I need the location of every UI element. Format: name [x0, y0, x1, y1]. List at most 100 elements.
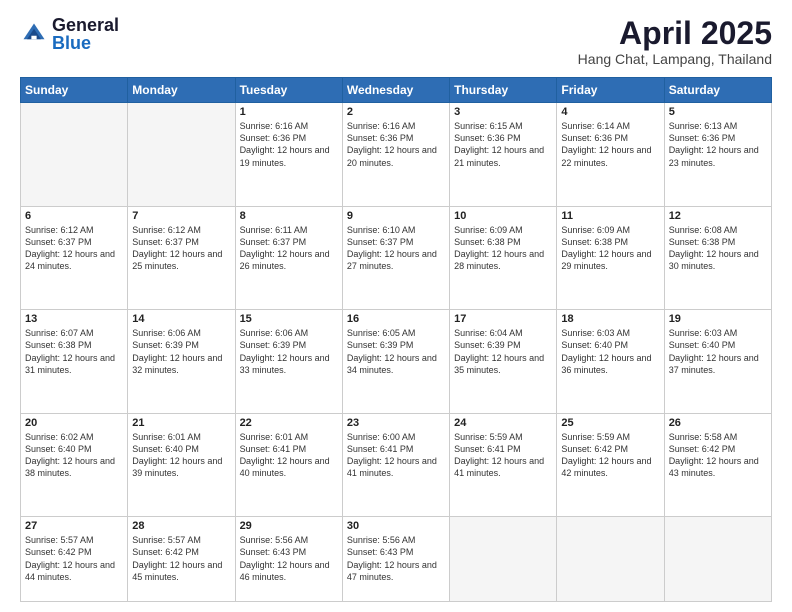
day-number: 3 — [454, 106, 552, 118]
day-info: Sunrise: 6:05 AM Sunset: 6:39 PM Dayligh… — [347, 327, 445, 376]
day-info: Sunrise: 6:02 AM Sunset: 6:40 PM Dayligh… — [25, 431, 123, 480]
logo-blue-text: Blue — [52, 34, 119, 52]
logo-general-text: General — [52, 16, 119, 34]
day-info: Sunrise: 5:57 AM Sunset: 6:42 PM Dayligh… — [132, 534, 230, 583]
calendar-cell: 10 Sunrise: 6:09 AM Sunset: 6:38 PM Dayli… — [450, 206, 557, 310]
calendar-week-row: 20 Sunrise: 6:02 AM Sunset: 6:40 PM Dayli… — [21, 413, 772, 517]
day-number: 15 — [240, 313, 338, 325]
day-number: 16 — [347, 313, 445, 325]
calendar-cell — [664, 517, 771, 602]
calendar-header-row: SundayMondayTuesdayWednesdayThursdayFrid… — [21, 78, 772, 103]
day-info: Sunrise: 6:09 AM Sunset: 6:38 PM Dayligh… — [454, 224, 552, 273]
calendar-week-row: 1 Sunrise: 6:16 AM Sunset: 6:36 PM Daylig… — [21, 103, 772, 207]
day-number: 30 — [347, 520, 445, 532]
day-number: 19 — [669, 313, 767, 325]
day-info: Sunrise: 6:01 AM Sunset: 6:40 PM Dayligh… — [132, 431, 230, 480]
day-info: Sunrise: 6:13 AM Sunset: 6:36 PM Dayligh… — [669, 120, 767, 169]
logo: General Blue — [20, 16, 119, 52]
calendar-cell: 14Sunrise: 6:06 AM Sunset: 6:39 PM Dayli… — [128, 310, 235, 414]
calendar-cell: 9Sunrise: 6:10 AM Sunset: 6:37 PM Daylig… — [342, 206, 449, 310]
day-number: 4 — [561, 106, 659, 118]
day-number: 13 — [25, 313, 123, 325]
calendar-cell: 4 Sunrise: 6:14 AM Sunset: 6:36 PM Daylig… — [557, 103, 664, 207]
day-info: Sunrise: 5:57 AM Sunset: 6:42 PM Dayligh… — [25, 534, 123, 583]
day-of-week-sunday: Sunday — [21, 78, 128, 103]
day-number: 10 — [454, 210, 552, 222]
day-number: 20 — [25, 417, 123, 429]
day-info: Sunrise: 5:59 AM Sunset: 6:42 PM Dayligh… — [561, 431, 659, 480]
page: General Blue April 2025 Hang Chat, Lampa… — [0, 0, 792, 612]
calendar-cell: 2Sunrise: 6:16 AM Sunset: 6:36 PM Daylig… — [342, 103, 449, 207]
day-info: Sunrise: 6:11 AM Sunset: 6:37 PM Dayligh… — [240, 224, 338, 273]
calendar-cell: 15 Sunrise: 6:06 AM Sunset: 6:39 PM Dayli… — [235, 310, 342, 414]
header: General Blue April 2025 Hang Chat, Lampa… — [20, 16, 772, 67]
calendar-cell: 5 Sunrise: 6:13 AM Sunset: 6:36 PM Daylig… — [664, 103, 771, 207]
calendar-cell: 29 Sunrise: 5:56 AM Sunset: 6:43 PM Dayli… — [235, 517, 342, 602]
day-info: Sunrise: 5:59 AM Sunset: 6:41 PM Dayligh… — [454, 431, 552, 480]
day-number: 21 — [132, 417, 230, 429]
day-info: Sunrise: 5:56 AM Sunset: 6:43 PM Dayligh… — [347, 534, 445, 583]
day-info: Sunrise: 6:16 AM Sunset: 6:36 PM Dayligh… — [347, 120, 445, 169]
calendar-cell: 3 Sunrise: 6:15 AM Sunset: 6:36 PM Daylig… — [450, 103, 557, 207]
day-info: Sunrise: 6:09 AM Sunset: 6:38 PM Dayligh… — [561, 224, 659, 273]
day-info: Sunrise: 6:14 AM Sunset: 6:36 PM Dayligh… — [561, 120, 659, 169]
day-of-week-friday: Friday — [557, 78, 664, 103]
day-number: 29 — [240, 520, 338, 532]
day-number: 26 — [669, 417, 767, 429]
day-number: 17 — [454, 313, 552, 325]
calendar-cell: 22 Sunrise: 6:01 AM Sunset: 6:41 PM Dayli… — [235, 413, 342, 517]
calendar-cell: 25 Sunrise: 5:59 AM Sunset: 6:42 PM Dayli… — [557, 413, 664, 517]
calendar-week-row: 13 Sunrise: 6:07 AM Sunset: 6:38 PM Dayli… — [21, 310, 772, 414]
logo-text: General Blue — [52, 16, 119, 52]
calendar-cell: 11 Sunrise: 6:09 AM Sunset: 6:38 PM Dayli… — [557, 206, 664, 310]
day-number: 5 — [669, 106, 767, 118]
day-of-week-thursday: Thursday — [450, 78, 557, 103]
calendar-cell: 23Sunrise: 6:00 AM Sunset: 6:41 PM Dayli… — [342, 413, 449, 517]
calendar-cell: 24 Sunrise: 5:59 AM Sunset: 6:41 PM Dayli… — [450, 413, 557, 517]
day-info: Sunrise: 6:00 AM Sunset: 6:41 PM Dayligh… — [347, 431, 445, 480]
day-number: 8 — [240, 210, 338, 222]
month-title: April 2025 — [578, 16, 772, 51]
calendar-cell: 19 Sunrise: 6:03 AM Sunset: 6:40 PM Dayli… — [664, 310, 771, 414]
calendar-cell: 7Sunrise: 6:12 AM Sunset: 6:37 PM Daylig… — [128, 206, 235, 310]
day-number: 28 — [132, 520, 230, 532]
day-of-week-saturday: Saturday — [664, 78, 771, 103]
day-info: Sunrise: 6:06 AM Sunset: 6:39 PM Dayligh… — [240, 327, 338, 376]
logo-icon — [20, 20, 48, 48]
calendar-cell: 8 Sunrise: 6:11 AM Sunset: 6:37 PM Daylig… — [235, 206, 342, 310]
calendar-cell: 27Sunrise: 5:57 AM Sunset: 6:42 PM Dayli… — [21, 517, 128, 602]
calendar-table: SundayMondayTuesdayWednesdayThursdayFrid… — [20, 77, 772, 602]
calendar-cell: 6Sunrise: 6:12 AM Sunset: 6:37 PM Daylig… — [21, 206, 128, 310]
calendar-cell — [557, 517, 664, 602]
day-info: Sunrise: 6:03 AM Sunset: 6:40 PM Dayligh… — [669, 327, 767, 376]
day-number: 22 — [240, 417, 338, 429]
day-info: Sunrise: 6:04 AM Sunset: 6:39 PM Dayligh… — [454, 327, 552, 376]
calendar-cell: 26 Sunrise: 5:58 AM Sunset: 6:42 PM Dayli… — [664, 413, 771, 517]
title-block: April 2025 Hang Chat, Lampang, Thailand — [578, 16, 772, 67]
day-info: Sunrise: 6:15 AM Sunset: 6:36 PM Dayligh… — [454, 120, 552, 169]
day-number: 24 — [454, 417, 552, 429]
day-of-week-monday: Monday — [128, 78, 235, 103]
calendar-cell: 30 Sunrise: 5:56 AM Sunset: 6:43 PM Dayli… — [342, 517, 449, 602]
calendar-cell: 1Sunrise: 6:16 AM Sunset: 6:36 PM Daylig… — [235, 103, 342, 207]
calendar-cell: 21 Sunrise: 6:01 AM Sunset: 6:40 PM Dayli… — [128, 413, 235, 517]
day-info: Sunrise: 6:01 AM Sunset: 6:41 PM Dayligh… — [240, 431, 338, 480]
day-info: Sunrise: 6:10 AM Sunset: 6:37 PM Dayligh… — [347, 224, 445, 273]
day-number: 12 — [669, 210, 767, 222]
calendar-cell — [450, 517, 557, 602]
day-number: 25 — [561, 417, 659, 429]
day-info: Sunrise: 5:58 AM Sunset: 6:42 PM Dayligh… — [669, 431, 767, 480]
day-info: Sunrise: 5:56 AM Sunset: 6:43 PM Dayligh… — [240, 534, 338, 583]
calendar-cell: 16 Sunrise: 6:05 AM Sunset: 6:39 PM Dayli… — [342, 310, 449, 414]
calendar-cell: 17 Sunrise: 6:04 AM Sunset: 6:39 PM Dayli… — [450, 310, 557, 414]
day-info: Sunrise: 6:03 AM Sunset: 6:40 PM Dayligh… — [561, 327, 659, 376]
day-number: 1 — [240, 106, 338, 118]
calendar-cell: 18Sunrise: 6:03 AM Sunset: 6:40 PM Dayli… — [557, 310, 664, 414]
calendar-cell — [128, 103, 235, 207]
day-number: 11 — [561, 210, 659, 222]
day-info: Sunrise: 6:07 AM Sunset: 6:38 PM Dayligh… — [25, 327, 123, 376]
day-info: Sunrise: 6:12 AM Sunset: 6:37 PM Dayligh… — [132, 224, 230, 273]
day-info: Sunrise: 6:06 AM Sunset: 6:39 PM Dayligh… — [132, 327, 230, 376]
day-info: Sunrise: 6:12 AM Sunset: 6:37 PM Dayligh… — [25, 224, 123, 273]
calendar-cell: 12Sunrise: 6:08 AM Sunset: 6:38 PM Dayli… — [664, 206, 771, 310]
